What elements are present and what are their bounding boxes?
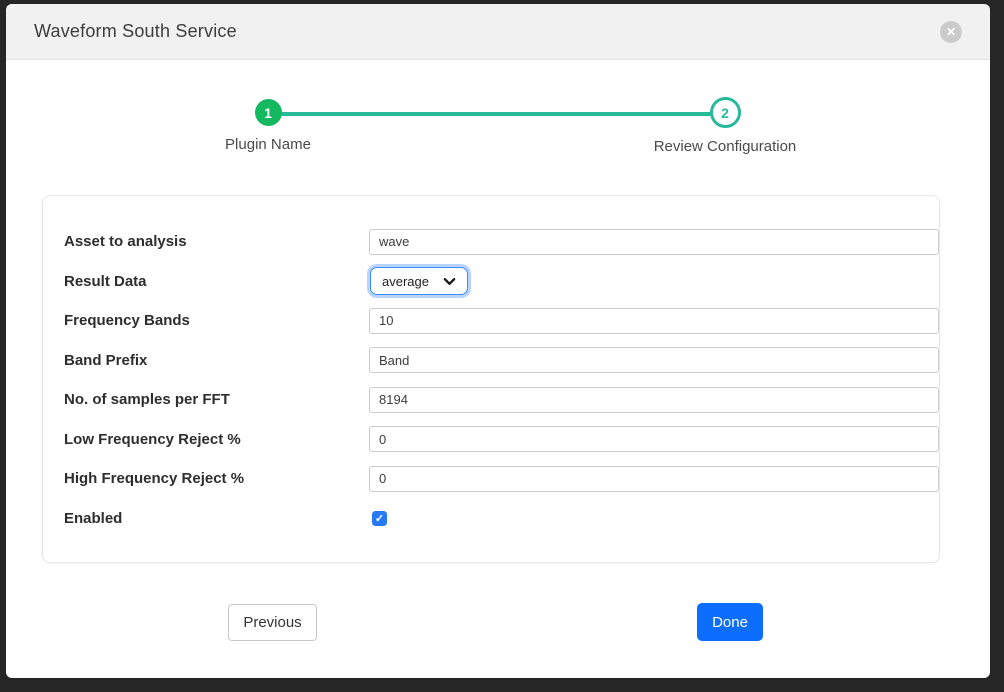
step-2-label: Review Configuration (654, 138, 797, 155)
close-icon[interactable]: ✕ (940, 21, 962, 43)
plugin-config-form: Asset to analysis Result Data average Fr… (42, 195, 940, 563)
step-2-circle: 2 (710, 97, 741, 128)
result-data-selected-value: average (382, 274, 429, 289)
samples-per-fft-label: No. of samples per FFT (64, 391, 369, 408)
form-row-low-frequency-reject: Low Frequency Reject % (64, 420, 939, 460)
wizard-step-plugin-name[interactable]: 1 Plugin Name (148, 99, 388, 153)
done-button[interactable]: Done (697, 603, 763, 641)
form-row-frequency-bands: Frequency Bands (64, 301, 939, 341)
samples-per-fft-input[interactable] (369, 387, 939, 413)
result-data-select[interactable]: average (370, 267, 468, 295)
form-row-result-data: Result Data average (64, 262, 939, 302)
enabled-label: Enabled (64, 510, 369, 527)
wizard-step-review-configuration[interactable]: 2 Review Configuration (605, 99, 845, 155)
enabled-checkbox[interactable]: ✓ (372, 511, 387, 526)
band-prefix-label: Band Prefix (64, 352, 369, 369)
step-1-label: Plugin Name (225, 136, 311, 153)
form-row-enabled: Enabled ✓ (64, 499, 939, 539)
previous-button[interactable]: Previous (228, 604, 317, 641)
high-frequency-reject-input[interactable] (369, 466, 939, 492)
result-data-label: Result Data (64, 273, 369, 290)
step-wizard: 1 Plugin Name 2 Review Configuration (6, 60, 990, 172)
dialog-title: Waveform South Service (34, 21, 237, 42)
waveform-south-service-dialog: Waveform South Service ✕ 1 Plugin Name 2… (6, 4, 990, 678)
low-frequency-reject-input[interactable] (369, 426, 939, 452)
step-1-circle: 1 (255, 99, 282, 126)
asset-to-analysis-input[interactable] (369, 229, 939, 255)
form-row-samples-per-fft: No. of samples per FFT (64, 380, 939, 420)
form-row-band-prefix: Band Prefix (64, 341, 939, 381)
high-frequency-reject-label: High Frequency Reject % (64, 470, 369, 487)
frequency-bands-input[interactable] (369, 308, 939, 334)
dialog-header: Waveform South Service ✕ (6, 4, 990, 60)
form-row-asset: Asset to analysis (64, 222, 939, 262)
chevron-down-icon (443, 275, 456, 288)
form-row-high-frequency-reject: High Frequency Reject % (64, 459, 939, 499)
asset-to-analysis-label: Asset to analysis (64, 233, 369, 250)
frequency-bands-label: Frequency Bands (64, 312, 369, 329)
band-prefix-input[interactable] (369, 347, 939, 373)
low-frequency-reject-label: Low Frequency Reject % (64, 431, 369, 448)
